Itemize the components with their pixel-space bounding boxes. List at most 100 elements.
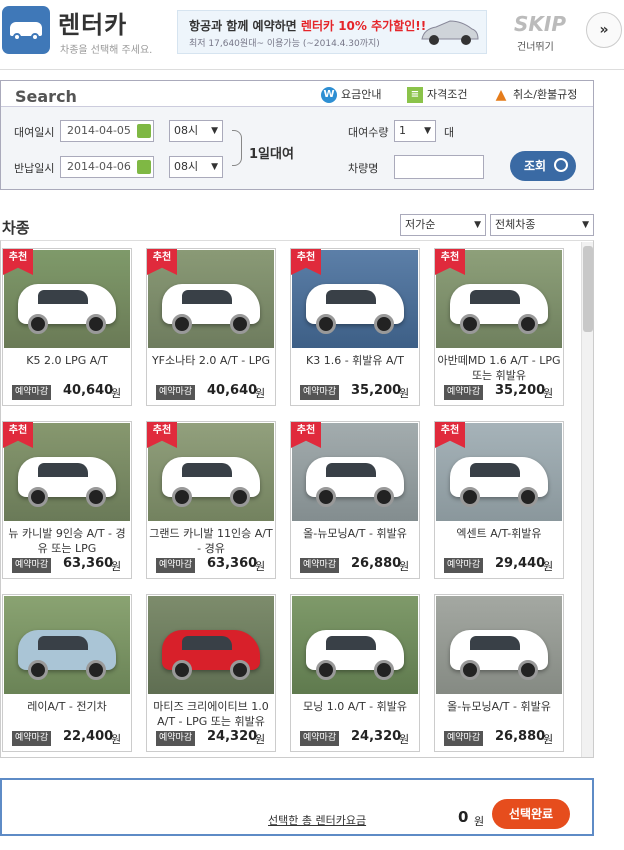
car-name[interactable]: 모닝 1.0 A/T - 휘발유 <box>293 699 417 714</box>
reservation-closed-badge: 예약마감 <box>12 731 52 746</box>
rent-date-label: 대여일시 <box>14 126 55 139</box>
fee-info-link[interactable]: W 요금안내 <box>321 86 381 103</box>
car-price: 40,640 <box>207 383 258 398</box>
chevron-down-icon: ▼ <box>424 126 431 136</box>
price-unit: 원 <box>255 560 266 573</box>
reservation-closed-badge: 예약마감 <box>300 558 340 573</box>
price-unit: 원 <box>399 387 410 400</box>
car-name[interactable]: 그랜드 카니발 11인승 A/T - 경유 <box>149 526 273 556</box>
car-name[interactable]: 레이A/T - 전기차 <box>5 699 129 714</box>
reservation-closed-badge: 예약마감 <box>300 731 340 746</box>
return-date-input[interactable]: 2014-04-06 <box>60 156 154 178</box>
car-list: 추천 K5 2.0 LPG A/T 예약마감 40,640 원 추천 YF소나타 2.0 A… <box>0 240 594 758</box>
qualification-link[interactable]: ≡ 자격조건 <box>407 86 467 103</box>
car-name[interactable]: YF소나타 2.0 A/T - LPG <box>149 353 273 368</box>
price-unit: 원 <box>543 733 554 746</box>
car-price: 24,320 <box>351 729 402 744</box>
quantity-select[interactable]: 1 ▼ <box>394 120 436 142</box>
reservation-closed-badge: 예약마감 <box>156 731 196 746</box>
reservation-closed-badge: 예약마감 <box>444 558 484 573</box>
car-card[interactable]: 추천 뉴 카니발 9인승 A/T - 경유 또는 LPG 예약마감 63,360 원 <box>2 421 132 579</box>
car-card[interactable]: 추천 엑센트 A/T-휘발유 예약마감 29,440 원 <box>434 421 564 579</box>
car-card[interactable]: 레이A/T - 전기차 예약마감 22,400 원 <box>2 594 132 752</box>
skip-arrow-button[interactable]: » <box>586 12 622 48</box>
price-unit: 원 <box>111 560 122 573</box>
car-photo[interactable] <box>292 596 418 694</box>
reservation-closed-badge: 예약마감 <box>156 385 196 400</box>
car-photo[interactable] <box>4 596 130 694</box>
car-card[interactable]: 추천 K5 2.0 LPG A/T 예약마감 40,640 원 <box>2 248 132 406</box>
car-name[interactable]: 뉴 카니발 9인승 A/T - 경유 또는 LPG <box>5 526 129 556</box>
car-photo[interactable] <box>148 596 274 694</box>
checklist-icon: ≡ <box>407 87 423 103</box>
car-price: 29,440 <box>495 556 546 571</box>
banner-headline: 항공과 함께 예약하면 렌터카 10% 추가할인!! <box>189 19 427 33</box>
car-card[interactable]: 마티즈 크리에이티브 1.0 A/T - LPG 또는 휘발유 예약마감 24,32… <box>146 594 276 752</box>
reservation-closed-badge: 예약마감 <box>300 385 340 400</box>
car-card[interactable]: 추천 K3 1.6 - 휘발유 A/T 예약마감 35,200 원 <box>290 248 420 406</box>
calendar-icon[interactable] <box>137 160 151 174</box>
car-photo[interactable] <box>436 596 562 694</box>
car-price: 63,360 <box>207 556 258 571</box>
car-name[interactable]: 올-뉴모닝A/T - 휘발유 <box>293 526 417 541</box>
price-unit: 원 <box>543 387 554 400</box>
reservation-closed-badge: 예약마감 <box>444 731 484 746</box>
car-name[interactable]: K5 2.0 LPG A/T <box>5 353 129 368</box>
total-fee-label: 선택한 총 렌터카요금 <box>268 814 367 827</box>
banner-car-icon <box>421 20 479 45</box>
car-name[interactable]: 마티즈 크리에이티브 1.0 A/T - LPG 또는 휘발유 <box>149 699 273 729</box>
rent-date-input[interactable]: 2014-04-05 <box>60 120 154 142</box>
car-name[interactable]: K3 1.6 - 휘발유 A/T <box>293 353 417 368</box>
search-title: Search <box>15 87 77 106</box>
total-fee-unit: 원 <box>474 815 485 828</box>
calendar-icon[interactable] <box>137 124 151 138</box>
page-title: 렌터카 <box>58 11 128 39</box>
return-date-label: 반납일시 <box>14 162 55 175</box>
search-icon <box>554 158 568 172</box>
car-card[interactable]: 추천 아반떼MD 1.6 A/T - LPG 또는 휘발유 예약마감 35,200 원 <box>434 248 564 406</box>
price-unit: 원 <box>399 560 410 573</box>
scrollbar-thumb[interactable] <box>583 246 593 332</box>
reservation-closed-badge: 예약마감 <box>156 558 196 573</box>
search-button[interactable]: 조회 <box>510 151 576 181</box>
rent-hour-select[interactable]: 08시 ▼ <box>169 120 223 142</box>
warning-icon: ▲ <box>495 87 507 103</box>
won-icon: W <box>321 87 337 103</box>
page-header: 렌터카 차종을 선택해 주세요. 항공과 함께 예약하면 렌터카 10% 추가할… <box>0 0 624 70</box>
car-name[interactable]: 올-뉴모닝A/T - 휘발유 <box>437 699 561 714</box>
page-subtitle: 차종을 선택해 주세요. <box>60 45 153 56</box>
banner-subtext: 최저 17,640원대~ 이용가능 (~2014.4.30까지) <box>189 39 380 49</box>
total-fee-amount: 0 <box>458 808 469 826</box>
car-card[interactable]: 추천 올-뉴모닝A/T - 휘발유 예약마감 26,880 원 <box>290 421 420 579</box>
skip-label[interactable]: SKIP <box>514 12 566 36</box>
confirm-selection-button[interactable]: 선택완료 <box>492 799 570 829</box>
car-type-select[interactable]: 전체차종 ▼ <box>490 214 594 236</box>
car-card[interactable]: 올-뉴모닝A/T - 휘발유예약마감 26,880 원 <box>434 594 564 752</box>
chevron-down-icon: ▼ <box>582 220 589 230</box>
quantity-label: 대여수량 <box>348 126 389 139</box>
car-name[interactable]: 아반떼MD 1.6 A/T - LPG 또는 휘발유 <box>437 353 561 383</box>
car-list-scrollbar[interactable] <box>581 242 593 757</box>
car-price: 63,360 <box>63 556 114 571</box>
price-unit: 원 <box>255 733 266 746</box>
car-card[interactable]: 추천 YF소나타 2.0 A/T - LPG 예약마감 40,640 원 <box>146 248 276 406</box>
chevron-down-icon: ▼ <box>474 220 481 230</box>
carname-input[interactable] <box>394 155 484 179</box>
quantity-unit: 대 <box>444 126 455 139</box>
promo-banner[interactable]: 항공과 함께 예약하면 렌터카 10% 추가할인!! 최저 17,640원대~ … <box>177 10 487 54</box>
return-hour-select[interactable]: 08시 ▼ <box>169 156 223 178</box>
chevron-down-icon: ▼ <box>211 126 218 136</box>
car-price: 35,200 <box>495 383 546 398</box>
rental-duration: 1일대여 <box>249 147 294 162</box>
cancel-policy-link[interactable]: ▲ 취소/환불규정 <box>493 86 578 103</box>
car-price: 26,880 <box>495 729 546 744</box>
car-price: 35,200 <box>351 383 402 398</box>
reservation-closed-badge: 예약마감 <box>12 385 52 400</box>
duration-brace <box>232 130 242 166</box>
car-card[interactable]: 추천 그랜드 카니발 11인승 A/T - 경유 예약마감 63,360 원 <box>146 421 276 579</box>
car-name[interactable]: 엑센트 A/T-휘발유 <box>437 526 561 541</box>
skip-sublabel[interactable]: 건너뛰기 <box>517 38 554 53</box>
sort-select[interactable]: 저가순 ▼ <box>400 214 486 236</box>
chevron-down-icon: ▼ <box>211 162 218 172</box>
car-card[interactable]: 모닝 1.0 A/T - 휘발유 예약마감 24,320 원 <box>290 594 420 752</box>
